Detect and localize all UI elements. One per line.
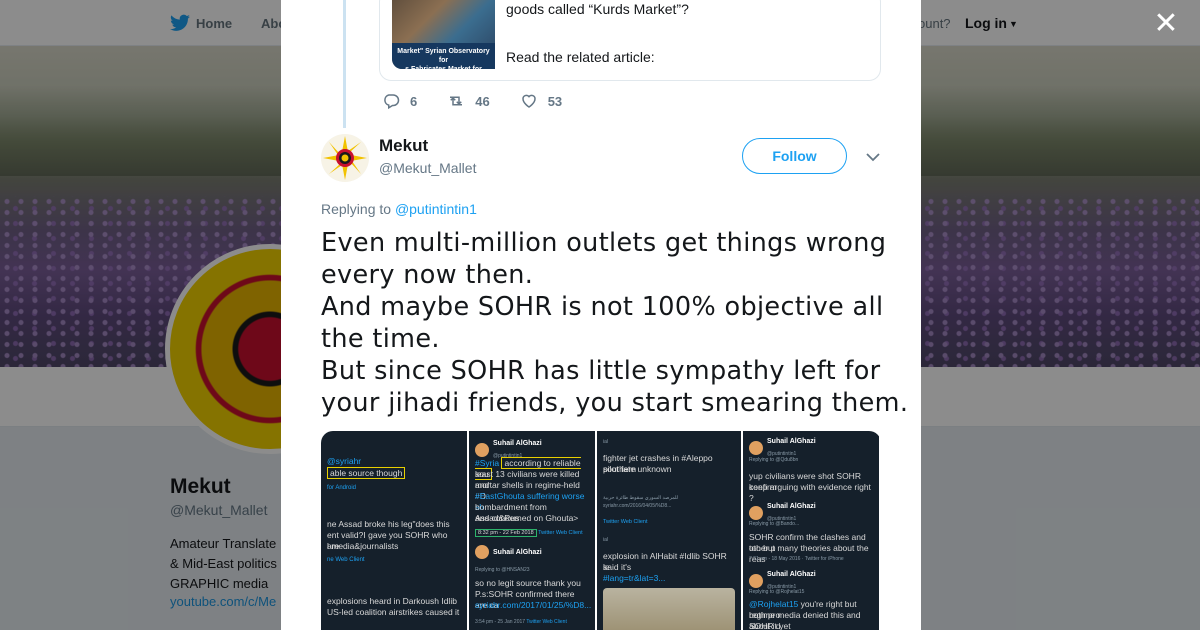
thread-connector-line bbox=[343, 0, 346, 128]
explosion-photo bbox=[603, 588, 735, 630]
link-preview-text: What's the purpose of fabricating a mark… bbox=[506, 1, 689, 17]
shot-timestamp: 8:32 pm - 22 Feb 2018 bbox=[475, 529, 537, 537]
link-preview-card[interactable]: Market" Syrian Observatory for s Fabrica… bbox=[379, 0, 881, 81]
mandala-avatar-icon bbox=[321, 134, 369, 182]
shot-avatar bbox=[475, 545, 489, 559]
shot-client: Twitter Web Client bbox=[526, 619, 567, 625]
retweet-action[interactable]: 46 bbox=[447, 92, 490, 110]
shot-text: syriahr.com/2016/04/05/%D8... bbox=[603, 503, 672, 509]
shot-name: Suhail AlGhazi bbox=[493, 548, 542, 556]
shot-text: Twitter Web Client bbox=[603, 519, 648, 525]
shot-hashtag: #Syria bbox=[475, 458, 500, 468]
tweet-text-line: every now then. bbox=[321, 260, 534, 290]
shot-text: ial bbox=[603, 537, 609, 543]
shot-text: so no legit source thank you bbox=[475, 578, 581, 588]
shot-avatar bbox=[749, 440, 763, 455]
shot-text: Replying to @Rojhelat15 bbox=[749, 589, 805, 595]
shot-text: Replying to @Qdu8bn bbox=[749, 457, 799, 463]
shot-text: syriahr.com/2017/01/25/%D8... bbox=[475, 600, 592, 610]
shot-text: Replying to @Bando... bbox=[749, 521, 800, 527]
shot-avatar bbox=[749, 573, 763, 588]
shot-text: ne Assad broke his leg"does this bbox=[327, 519, 450, 529]
like-action[interactable]: 53 bbox=[520, 92, 562, 110]
tweet-text: Even multi-million outlets get things wr… bbox=[321, 227, 909, 419]
media-screenshot-3[interactable]: ial fighter jet crashes in #Aleppo south… bbox=[597, 431, 741, 630]
tweet-text-line: your jihadi friends, you start smearing … bbox=[321, 388, 909, 418]
tweet-author-name[interactable]: Mekut bbox=[379, 136, 428, 156]
shot-avatar bbox=[749, 505, 763, 520]
media-screenshot-1[interactable]: @syriahr able source though for Android … bbox=[321, 431, 467, 630]
media-screenshot-2[interactable]: Suhail AlGhazi @putintintin1 #Syria accor… bbox=[469, 431, 595, 630]
shot-text: @syriahr bbox=[327, 456, 362, 466]
replying-prefix: Replying to bbox=[321, 201, 392, 217]
tweet-text-line: the time. bbox=[321, 324, 440, 354]
shot-mention: @Rojhelat15 bbox=[749, 599, 799, 609]
shot-name: Suhail AlGhazi bbox=[767, 503, 816, 510]
shot-text: and concerned on Ghouta> bbox=[475, 513, 579, 523]
shot-text: le bbox=[603, 562, 610, 572]
shot-highlight: able source though bbox=[327, 467, 406, 479]
shot-text: for Android bbox=[327, 485, 357, 491]
shot-name: Suhail AlGhazi bbox=[767, 438, 816, 445]
tweet-permalink-modal: Market" Syrian Observatory for s Fabrica… bbox=[281, 0, 921, 630]
retweet-icon bbox=[450, 96, 463, 106]
tweet-author-handle[interactable]: @Mekut_Mallet bbox=[379, 160, 476, 176]
reply-count: 6 bbox=[410, 93, 418, 109]
reply-icon bbox=[384, 94, 400, 110]
shot-text: #lang=tr&lat=3... bbox=[603, 573, 666, 583]
tweet-author-avatar[interactable] bbox=[321, 134, 369, 182]
heart-icon bbox=[521, 94, 536, 108]
tweet-media-grid[interactable]: @syriahr able source though for Android … bbox=[321, 431, 881, 630]
link-preview-related: Read the related article: bbox=[506, 49, 655, 65]
replying-to: Replying to @putintintin1 bbox=[321, 201, 477, 217]
shot-text: ne Web Client bbox=[327, 557, 365, 563]
shot-text: pilot fate unknown bbox=[603, 464, 672, 474]
thumbnail-caption: Market" Syrian Observatory for s Fabrica… bbox=[392, 43, 495, 69]
tweet-text-line: And maybe SOHR is not 100% objective all bbox=[321, 292, 884, 322]
replying-to-link[interactable]: @putintintin1 bbox=[395, 201, 477, 217]
shot-text: l media&journalists bbox=[327, 541, 399, 551]
tweet-text-line: But since SOHR has little sympathy left … bbox=[321, 356, 881, 386]
shot-timestamp: 3:54 pm - 25 Jan 2017 bbox=[475, 619, 526, 625]
shot-text: about it yet bbox=[749, 621, 791, 630]
like-count: 53 bbox=[547, 93, 563, 109]
shot-text: ial bbox=[603, 439, 609, 445]
chevron-down-icon[interactable] bbox=[865, 149, 881, 165]
shot-avatar bbox=[475, 442, 489, 457]
shot-text: explosions heard in Darkoush Idlib bbox=[327, 596, 457, 606]
reply-action[interactable]: 6 bbox=[382, 92, 417, 110]
shot-header: Suhail AlGhazi bbox=[475, 545, 589, 559]
shot-name: Suhail AlGhazi bbox=[767, 571, 816, 578]
shot-text: Replying to @HNSAN23 bbox=[475, 567, 530, 573]
link-preview-thumbnail: Market" Syrian Observatory for s Fabrica… bbox=[392, 0, 495, 69]
shot-client: Twitter Web Client bbox=[538, 530, 583, 536]
close-icon[interactable]: ✕ bbox=[1152, 9, 1180, 39]
media-screenshot-4[interactable]: Suhail AlGhazi @putintintin1 Replying to … bbox=[743, 431, 879, 630]
shot-name: Suhail AlGhazi bbox=[493, 440, 542, 447]
tweet-text-line: Even multi-million outlets get things wr… bbox=[321, 228, 887, 258]
retweet-count: 46 bbox=[475, 93, 490, 109]
shot-text: 7:21 pm - 18 May 2016 · Twitter for iPho… bbox=[749, 556, 844, 562]
follow-button[interactable]: Follow bbox=[742, 138, 847, 174]
shot-text: US-led coalition airstrikes caused it bbox=[327, 607, 460, 617]
previous-tweet-actions: 6 46 53 bbox=[382, 92, 592, 110]
